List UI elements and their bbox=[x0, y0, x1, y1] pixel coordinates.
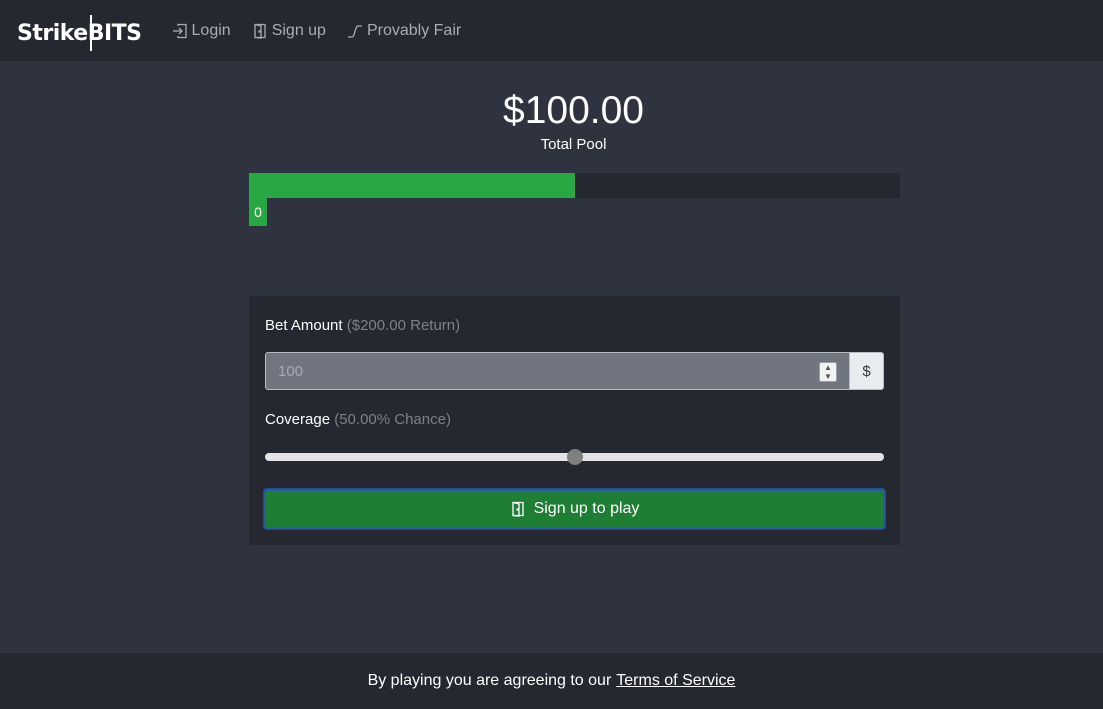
bet-return-text: ($200.00 Return) bbox=[346, 317, 461, 334]
nav-links: Login Sign up Provably Fair bbox=[172, 22, 461, 40]
number-spinner[interactable]: ▲ ▼ bbox=[819, 362, 837, 382]
coverage-slider[interactable] bbox=[265, 449, 884, 465]
coverage-slider-thumb[interactable] bbox=[566, 449, 583, 465]
crosshair-icon bbox=[89, 14, 92, 51]
brand-part1: Strike bbox=[17, 20, 88, 46]
footer-text: By playing you are agreeing to our bbox=[367, 672, 612, 689]
bet-amount-label: Bet Amount ($200.00 Return) bbox=[265, 317, 461, 334]
pool-progress-fill bbox=[249, 173, 575, 198]
terms-of-service-link[interactable]: Terms of Service bbox=[616, 672, 735, 690]
currency-addon: $ bbox=[849, 352, 884, 390]
bet-amount-input[interactable]: 100 ▲ ▼ bbox=[265, 352, 849, 390]
navbar: Strike BITS Login Sign up Provably Fair bbox=[0, 0, 1103, 61]
brand-part2: BITS bbox=[88, 14, 142, 51]
sign-up-to-play-button[interactable]: Sign up to play bbox=[264, 489, 885, 529]
brand-logo[interactable]: Strike BITS bbox=[17, 14, 142, 51]
coverage-chance-text: (50.00% Chance) bbox=[334, 411, 451, 428]
footer: By playing you are agreeing to our Terms… bbox=[0, 653, 1103, 709]
login-icon bbox=[172, 23, 187, 38]
pool-label: Total Pool bbox=[540, 136, 607, 153]
nav-signup-link[interactable]: Sign up bbox=[252, 22, 326, 40]
coverage-label: Coverage (50.00% Chance) bbox=[265, 411, 451, 428]
pool-progress-marker: 0 bbox=[249, 198, 267, 226]
bet-amount-input-group: 100 ▲ ▼ $ bbox=[265, 352, 884, 390]
bet-amount-placeholder: 100 bbox=[278, 362, 304, 380]
spinner-up-icon[interactable]: ▲ bbox=[824, 363, 832, 372]
nav-login-label: Login bbox=[191, 21, 231, 39]
nav-provably-fair-link[interactable]: Provably Fair bbox=[347, 22, 461, 40]
fair-curve-icon bbox=[347, 24, 362, 38]
nav-provably-fair-label: Provably Fair bbox=[366, 21, 462, 39]
pool-summary: $100.00 Total Pool bbox=[0, 88, 1103, 153]
door-icon bbox=[511, 501, 524, 517]
pool-progress-bar bbox=[249, 173, 900, 198]
door-icon bbox=[254, 23, 266, 39]
sign-up-to-play-label: Sign up to play bbox=[533, 500, 640, 517]
spinner-down-icon[interactable]: ▼ bbox=[824, 372, 832, 381]
pool-amount: $100.00 bbox=[503, 89, 644, 132]
nav-login-link[interactable]: Login bbox=[172, 22, 231, 40]
nav-signup-label: Sign up bbox=[271, 21, 326, 39]
bet-panel: Bet Amount ($200.00 Return) 100 ▲ ▼ $ Co… bbox=[249, 296, 900, 545]
